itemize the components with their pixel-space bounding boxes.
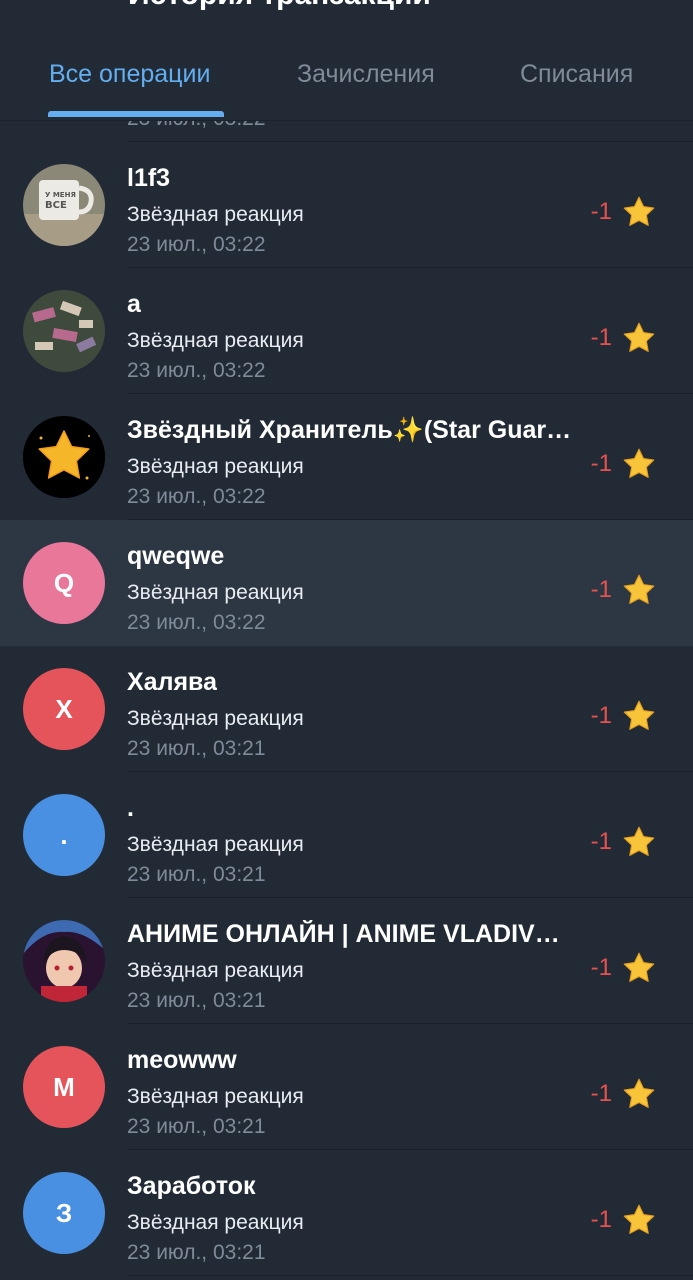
transaction-type: Звёздная реакция xyxy=(127,1211,304,1234)
star-icon xyxy=(623,826,655,856)
avatar: Q xyxy=(23,542,105,624)
mug-photo-icon: У МЕНЯ ВСЕ xyxy=(23,164,105,246)
transaction-amount: -1 xyxy=(590,198,612,225)
transaction-date: 23 июл., 03:22 xyxy=(127,233,266,256)
transaction-amount: -1 xyxy=(590,1206,612,1233)
active-tab-indicator xyxy=(48,111,224,117)
transaction-amount: -1 xyxy=(590,576,612,603)
transaction-type: Звёздная реакция xyxy=(127,581,304,604)
sender-name: . xyxy=(127,794,134,822)
avatar-letter: M xyxy=(53,1071,75,1102)
transaction-amount: -1 xyxy=(590,828,612,855)
transaction-row[interactable]: M meowww Звёздная реакция 23 июл., 03:21… xyxy=(0,1024,693,1150)
transaction-amount: -1 xyxy=(590,450,612,477)
anime-photo-icon xyxy=(23,920,105,1002)
avatar: У МЕНЯ ВСЕ xyxy=(23,164,105,246)
transaction-date: 23 июл., 03:21 xyxy=(127,863,266,886)
avatar: . xyxy=(23,794,105,876)
transaction-type: Звёздная реакция xyxy=(127,455,304,478)
sender-name: Халява xyxy=(127,668,217,696)
transaction-type: Звёздная реакция xyxy=(127,329,304,352)
transaction-amount: -1 xyxy=(590,702,612,729)
star-icon xyxy=(623,322,655,352)
transaction-amount: -1 xyxy=(590,1080,612,1107)
star-icon xyxy=(623,196,655,226)
tab-all-operations[interactable]: Все операции xyxy=(49,60,210,89)
star-logo-icon xyxy=(23,416,105,498)
star-icon xyxy=(623,952,655,982)
star-icon xyxy=(623,574,655,604)
transaction-row[interactable]: У МЕНЯ ВСЕ l1f3 Звёздная реакция 23 июл.… xyxy=(0,142,693,268)
transaction-type: Звёздная реакция xyxy=(127,1085,304,1108)
transaction-list: 23 июл., 03:22 У МЕНЯ ВСЕ l1f3 Звёздная … xyxy=(0,16,693,1276)
svg-text:ВСЕ: ВСЕ xyxy=(45,200,67,211)
avatar xyxy=(23,920,105,1002)
transaction-type: Звёздная реакция xyxy=(127,203,304,226)
transaction-type: Звёздная реакция xyxy=(127,707,304,730)
sender-name: АНИМЕ ОНЛАЙН | ANIME VLADIVOSTOK xyxy=(127,920,577,948)
transaction-date: 23 июл., 03:21 xyxy=(127,737,266,760)
sender-name: l1f3 xyxy=(127,164,171,192)
svg-text:У МЕНЯ: У МЕНЯ xyxy=(45,191,76,199)
transaction-type: Звёздная реакция xyxy=(127,959,304,982)
sender-name: qweqwe xyxy=(127,542,225,570)
transaction-row[interactable]: АНИМЕ ОНЛАЙН | ANIME VLADIVOSTOK Звёздна… xyxy=(0,898,693,1024)
sender-name: meowww xyxy=(127,1046,237,1074)
page-title: История транзакций xyxy=(128,0,431,12)
avatar: M xyxy=(23,1046,105,1128)
avatar-letter: Q xyxy=(53,567,75,598)
transaction-date: 23 июл., 03:21 xyxy=(127,1241,266,1264)
transaction-row[interactable]: Х Халява Звёздная реакция 23 июл., 03:21… xyxy=(0,646,693,772)
transaction-row[interactable]: Звёздный Хранитель✨(Star Guardian) Звёзд… xyxy=(0,394,693,520)
transaction-date: 23 июл., 03:21 xyxy=(127,1115,266,1138)
transaction-date: 23 июл., 03:21 xyxy=(127,989,266,1012)
avatar: Х xyxy=(23,668,105,750)
avatar: З xyxy=(23,1172,105,1254)
avatar xyxy=(23,290,105,372)
transaction-date: 23 июл., 03:22 xyxy=(127,359,266,382)
header-tabs-bar: История транзакций Все операции Зачислен… xyxy=(0,0,693,121)
transaction-amount: -1 xyxy=(590,954,612,981)
tab-incoming[interactable]: Зачисления xyxy=(297,60,435,89)
transaction-date: 23 июл., 03:22 xyxy=(127,485,266,508)
avatar-letter: . xyxy=(60,819,68,850)
avatar-letter: З xyxy=(55,1197,73,1228)
sender-name: Звёздный Хранитель✨(Star Guardian) xyxy=(127,416,577,444)
money-photo-icon xyxy=(23,290,105,372)
transaction-row[interactable]: a Звёздная реакция 23 июл., 03:22 -1 xyxy=(0,268,693,394)
avatar-letter: Х xyxy=(55,693,73,724)
star-icon xyxy=(623,1204,655,1234)
sender-name: Заработок xyxy=(127,1172,256,1200)
transaction-row[interactable]: Q qweqwe Звёздная реакция 23 июл., 03:22… xyxy=(0,520,693,646)
sender-name: a xyxy=(127,290,141,318)
transaction-amount: -1 xyxy=(590,324,612,351)
transaction-row[interactable]: . . Звёздная реакция 23 июл., 03:21 -1 xyxy=(0,772,693,898)
transaction-type: Звёздная реакция xyxy=(127,833,304,856)
star-icon xyxy=(623,700,655,730)
star-icon xyxy=(623,1078,655,1108)
transaction-row[interactable]: З Заработок Звёздная реакция 23 июл., 03… xyxy=(0,1150,693,1276)
avatar xyxy=(23,416,105,498)
star-icon xyxy=(623,448,655,478)
transaction-date: 23 июл., 03:22 xyxy=(127,611,266,634)
tab-outgoing[interactable]: Списания xyxy=(520,60,633,89)
